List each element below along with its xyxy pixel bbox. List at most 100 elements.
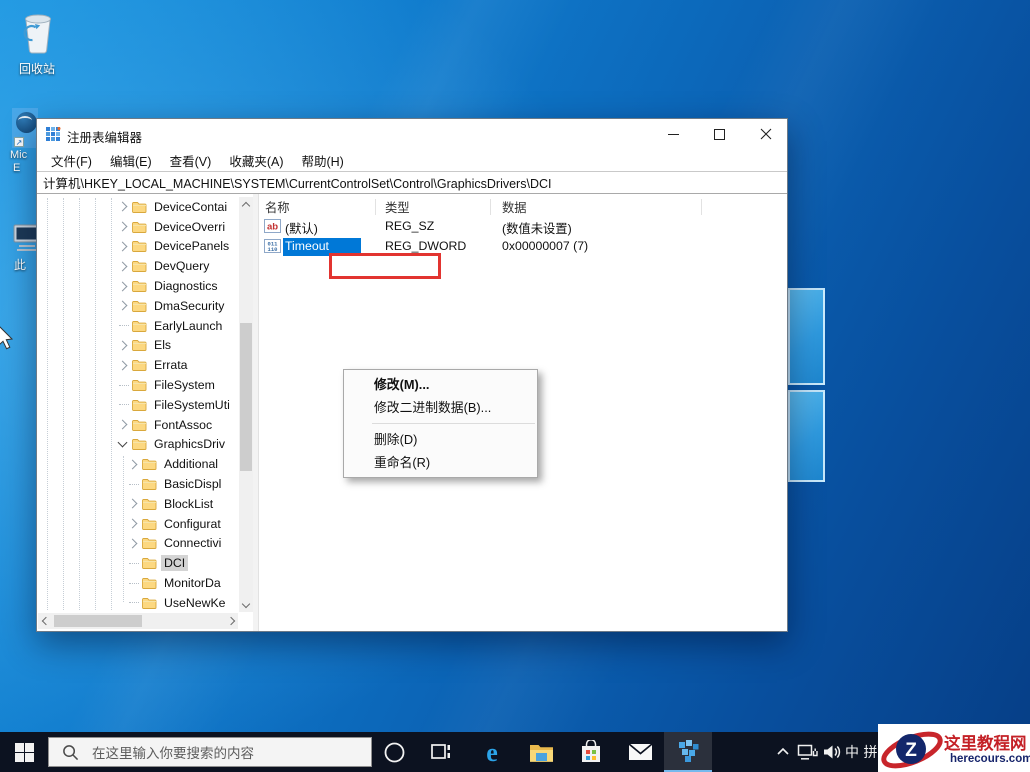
value-row-[interactable]: ab (默认) REG_SZ (数值未设置) (259, 217, 787, 237)
watermark-site-url: herecours.com (950, 753, 1030, 765)
tree-item-devicecontai[interactable]: DeviceContai (37, 197, 239, 217)
tree-item-fontassoc[interactable]: FontAssoc (37, 415, 239, 435)
tray-ime-indicator[interactable]: 中 (843, 732, 861, 772)
column-header-name[interactable]: 名称 (265, 198, 290, 216)
tree-item-label: Configurat (164, 516, 221, 531)
tree-item-devquery[interactable]: DevQuery (37, 256, 239, 276)
folder-icon (132, 260, 147, 273)
taskbar-search-input[interactable]: 在这里输入你要搜索的内容 (48, 737, 372, 767)
expand-chevron-icon[interactable] (117, 221, 130, 232)
column-separator[interactable] (375, 199, 376, 215)
menu-help[interactable]: 帮助(H) (292, 149, 352, 172)
folder-icon (132, 221, 147, 233)
tree-horizontal-scrollbar[interactable] (38, 613, 238, 629)
tree-item-configurat[interactable]: Configurat (37, 514, 239, 534)
column-header-data[interactable]: 数据 (502, 198, 527, 216)
expand-chevron-icon[interactable] (117, 261, 130, 272)
tree-connector (117, 384, 130, 386)
tree-item-graphicsdriv[interactable]: GraphicsDriv (37, 435, 239, 455)
tree-item-els[interactable]: Els (37, 336, 239, 356)
context-menu-item-rename[interactable]: 重命名(R) (344, 451, 537, 474)
tree-item-blocklist[interactable]: BlockList (37, 494, 239, 514)
tray-volume-icon[interactable] (820, 732, 844, 772)
tree-item-deviceoverri[interactable]: DeviceOverri (37, 217, 239, 237)
folder-icon (132, 300, 147, 312)
dword-icon: 011 110 (264, 239, 281, 253)
tree-item-dci[interactable]: DCI (37, 553, 239, 573)
menu-file[interactable]: 文件(F) (42, 149, 101, 172)
window-title: 注册表编辑器 (67, 131, 143, 145)
tree-item-filesystemuti[interactable]: FileSystemUti (37, 395, 239, 415)
tree-item-connectivi[interactable]: Connectivi (37, 534, 239, 554)
menu-edit[interactable]: 编辑(E) (101, 149, 161, 172)
tree-item-additional[interactable]: Additional (37, 454, 239, 474)
vertical-scroll-thumb[interactable] (240, 323, 252, 471)
menu-favorites[interactable]: 收藏夹(A) (220, 149, 292, 172)
horizontal-scroll-thumb[interactable] (54, 615, 142, 627)
this-pc-label: 此 (14, 258, 27, 272)
regedit-app-icon (46, 127, 61, 147)
minimize-button[interactable] (651, 119, 696, 149)
column-separator[interactable] (701, 199, 702, 215)
tray-chevron-up-icon[interactable] (774, 732, 792, 772)
menu-view[interactable]: 查看(V) (161, 149, 221, 172)
tray-network-icon[interactable] (795, 732, 819, 772)
column-separator[interactable] (490, 199, 491, 215)
store-icon (580, 740, 602, 764)
tree-item-filesystem[interactable]: FileSystem (37, 375, 239, 395)
column-header-type[interactable]: 类型 (385, 198, 410, 216)
recycle-bin-icon[interactable] (22, 10, 54, 61)
context-menu-item-delete[interactable]: 删除(D) (344, 428, 537, 451)
taskbar-cortana-button[interactable] (370, 732, 418, 772)
expand-chevron-icon[interactable] (127, 459, 140, 470)
taskbar-task-view-button[interactable] (417, 732, 465, 772)
tree-item-diagnostics[interactable]: Diagnostics (37, 276, 239, 296)
tree-vertical-scrollbar[interactable] (239, 197, 253, 612)
search-placeholder: 在这里输入你要搜索的内容 (92, 746, 254, 761)
value-data: (数值未设置) (502, 222, 572, 236)
tree-item-basicdispl[interactable]: BasicDispl (37, 474, 239, 494)
taskbar-edge-button[interactable]: e (468, 732, 516, 772)
tree-item-label: BlockList (164, 496, 214, 511)
taskbar-store-button[interactable] (567, 732, 615, 772)
tree-item-monitorda[interactable]: MonitorDa (37, 573, 239, 593)
start-button[interactable] (0, 732, 48, 772)
collapse-chevron-icon[interactable] (117, 438, 130, 448)
tray-ime-mode-partial[interactable]: 拼 (864, 732, 877, 772)
context-menu-item-modify-binary[interactable]: 修改二进制数据(B)... (344, 396, 537, 419)
expand-chevron-icon[interactable] (117, 281, 130, 292)
taskbar-regedit-button[interactable] (664, 732, 712, 772)
value-data: 0x00000007 (7) (502, 239, 589, 253)
context-menu-item-modify[interactable]: 修改(M)... (344, 373, 537, 396)
expand-chevron-icon[interactable] (117, 360, 130, 371)
tree-item-dmasecurity[interactable]: DmaSecurity (37, 296, 239, 316)
svg-text:e: e (486, 738, 498, 766)
mail-icon (627, 743, 653, 761)
expand-chevron-icon[interactable] (117, 201, 130, 212)
expand-chevron-icon[interactable] (127, 518, 140, 529)
taskbar-file-explorer-button[interactable] (517, 732, 565, 772)
expand-chevron-icon[interactable] (127, 498, 140, 509)
scroll-right-arrow[interactable] (225, 613, 238, 629)
expand-chevron-icon[interactable] (117, 241, 130, 252)
expand-chevron-icon[interactable] (127, 538, 140, 549)
scroll-down-arrow[interactable] (239, 597, 253, 612)
expand-chevron-icon[interactable] (117, 419, 130, 430)
tree-item-devicepanels[interactable]: DevicePanels (37, 237, 239, 257)
folder-icon (142, 478, 157, 490)
close-button[interactable] (743, 119, 788, 149)
expand-chevron-icon[interactable] (117, 340, 130, 351)
tree-item-errata[interactable]: Errata (37, 355, 239, 375)
address-bar[interactable]: 计算机\HKEY_LOCAL_MACHINE\SYSTEM\CurrentCon… (37, 171, 787, 194)
tree-item-earlylaunch[interactable]: EarlyLaunch (37, 316, 239, 336)
tree-item-usenewke[interactable]: UseNewKe (37, 593, 239, 612)
value-row-timeout[interactable]: 011 110 Timeout REG_DWORD 0x00000007 (7) (259, 237, 787, 257)
wallpaper-windows-logo-pane-bottom (788, 390, 825, 482)
tree-item-label: DevicePanels (154, 239, 230, 254)
scroll-left-arrow[interactable] (38, 613, 51, 629)
taskbar-mail-button[interactable] (616, 732, 664, 772)
expand-chevron-icon[interactable] (117, 300, 130, 311)
scroll-up-arrow[interactable] (239, 197, 253, 212)
title-bar[interactable]: 注册表编辑器 (37, 119, 787, 149)
maximize-button[interactable] (697, 119, 742, 149)
